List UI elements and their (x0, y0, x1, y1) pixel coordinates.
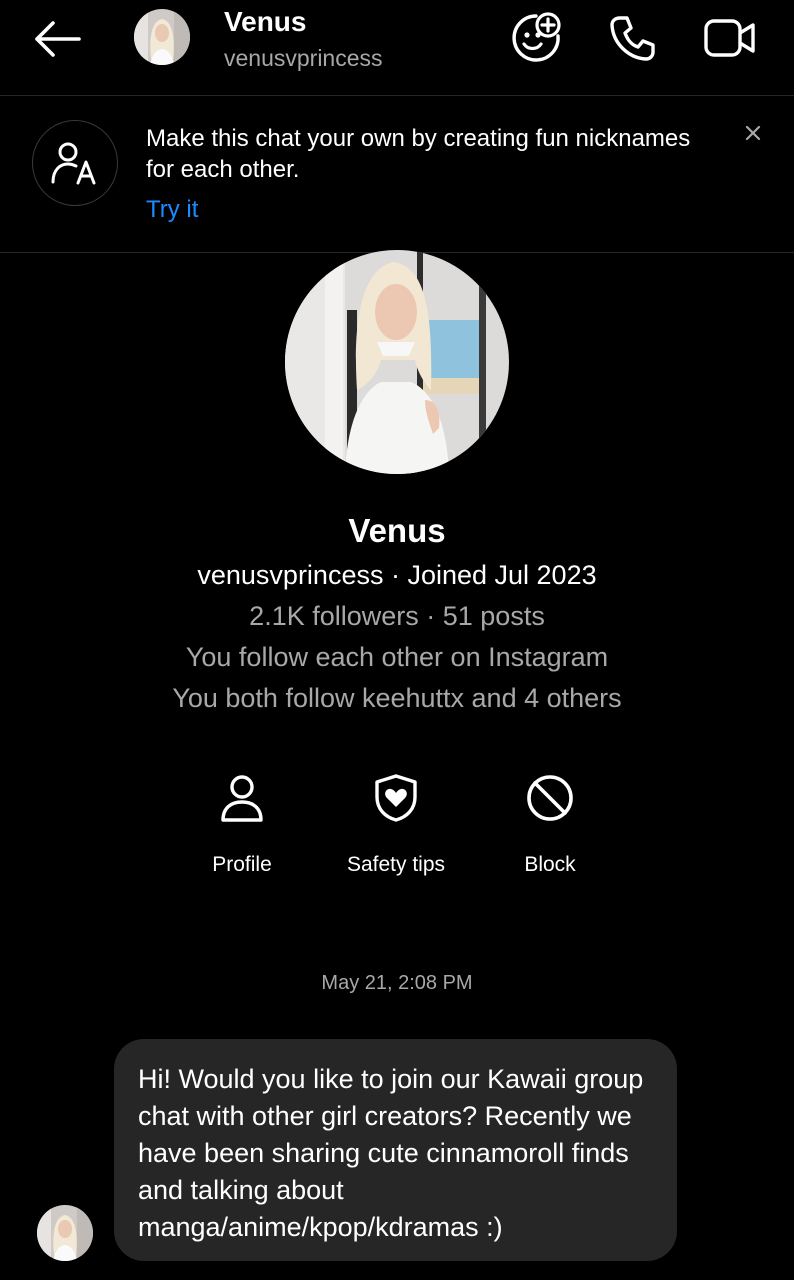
profile-name: Venus (348, 512, 446, 549)
close-icon (745, 125, 761, 141)
follow-status: You follow each other on Instagram (185, 642, 609, 672)
back-arrow-icon (33, 21, 81, 57)
profile-action-button[interactable]: Profile (172, 770, 312, 890)
banner-message: Make this chat your own by creating fun … (146, 125, 691, 183)
video-call-button[interactable] (702, 12, 758, 64)
block-icon (480, 770, 620, 826)
nickname-banner: Make this chat your own by creating fun … (0, 96, 794, 253)
header-contact-name[interactable]: Venus (224, 6, 306, 38)
add-sticker-icon (510, 12, 562, 64)
profile-photo[interactable] (285, 250, 509, 474)
video-icon (703, 16, 757, 60)
audio-call-button[interactable] (604, 12, 660, 64)
try-it-link[interactable]: Try it (146, 196, 198, 224)
safety-tips-label: Safety tips (346, 853, 446, 876)
profile-action-label: Profile (212, 853, 272, 876)
block-label: Block (524, 853, 576, 876)
profile-meta: venusvprincess · Joined Jul 2023 (197, 560, 597, 590)
chat-header: Venus venusvprincess (0, 0, 794, 96)
phone-icon (608, 14, 656, 62)
message-bubble[interactable]: Hi! Would you like to join our Kawaii gr… (114, 1039, 677, 1261)
banner-close-button[interactable] (738, 118, 768, 148)
person-icon (172, 770, 312, 826)
add-sticker-button[interactable] (508, 12, 564, 64)
message-timestamp: May 21, 2:08 PM (321, 972, 473, 994)
header-avatar[interactable] (134, 9, 190, 65)
block-button[interactable]: Block (480, 770, 620, 890)
sender-avatar[interactable] (37, 1205, 93, 1261)
header-contact-username[interactable]: venusvprincess (224, 45, 383, 72)
safety-tips-button[interactable]: Safety tips (326, 770, 466, 890)
shield-heart-icon (326, 770, 466, 826)
mutual-followers[interactable]: You both follow keehuttx and 4 others (0, 683, 794, 714)
back-button[interactable] (30, 18, 84, 60)
nickname-icon (32, 120, 118, 206)
profile-stats: 2.1K followers · 51 posts (249, 601, 545, 631)
